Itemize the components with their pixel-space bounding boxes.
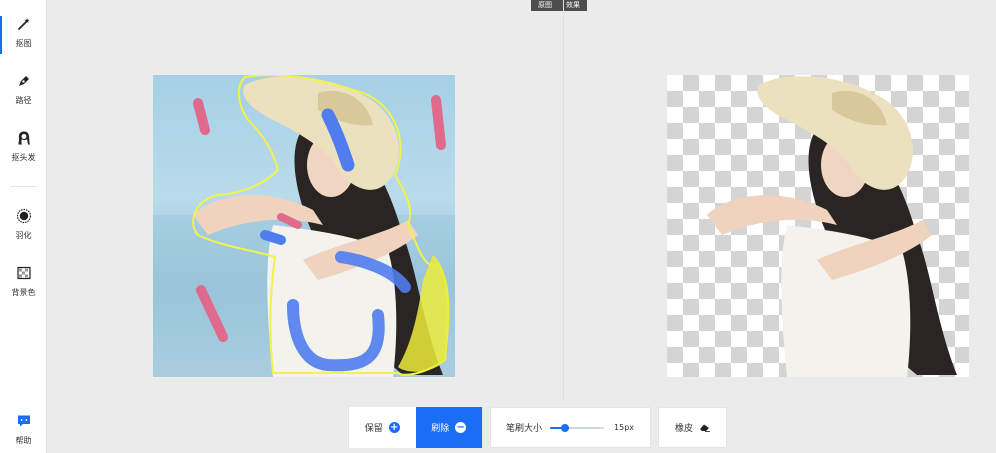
slider-knob[interactable] [561,423,570,432]
canvas-divider [563,0,564,400]
sidebar-item-label: 背景色 [11,288,36,297]
eraser-group: 橡皮 [658,407,727,448]
keep-erase-group: 保留 + 刷除 − [348,407,483,448]
sidebar-item-hair[interactable]: 抠头发 [0,124,47,176]
sidebar-item-background-color[interactable]: 背景色 [0,259,47,311]
eraser-icon [699,423,710,432]
sidebar-item-feather[interactable]: 羽化 [0,202,47,254]
eraser-button[interactable]: 橡皮 [659,407,726,448]
tool-sidebar: 抠图 路径 抠头发 羽化 背景色 帮助 [0,0,47,453]
sidebar-item-cutout[interactable]: 抠图 [0,10,47,62]
eraser-label: 橡皮 [674,424,693,434]
keep-button[interactable]: 保留 + [349,407,416,448]
sidebar-item-label: 路径 [15,96,32,105]
view-toggle: 原图 效果 [531,0,587,11]
cutout-photo [707,76,957,377]
original-image-canvas[interactable] [153,75,455,377]
magic-wand-icon [14,14,34,34]
erase-button[interactable]: 刷除 − [415,407,482,448]
sidebar-divider [10,186,37,187]
brush-size-label: 笔刷大小 [506,424,543,434]
help-label: 帮助 [15,436,32,445]
erase-label: 刷除 [431,424,450,434]
sidebar-item-label: 抠头发 [11,153,36,162]
hair-icon [14,128,34,148]
brush-size-value: 15px [614,423,635,432]
sidebar-item-path[interactable]: 路径 [0,67,47,119]
view-original-button[interactable]: 原图 [531,0,559,11]
pen-icon [14,71,34,91]
feather-circle-icon [14,206,34,226]
background-color-icon [14,263,34,283]
original-photo [153,75,455,377]
result-image-canvas[interactable] [667,75,969,377]
brush-size-group: 笔刷大小 15px [490,407,651,448]
plus-circle-icon: + [388,421,400,433]
help-chat-icon [14,411,34,431]
brush-size-slider[interactable] [550,422,605,434]
sidebar-item-label: 抠图 [15,39,32,48]
sidebar-item-label: 羽化 [15,231,32,240]
help-button[interactable]: 帮助 [0,407,47,453]
minus-circle-icon: − [455,421,467,433]
keep-label: 保留 [364,424,383,434]
